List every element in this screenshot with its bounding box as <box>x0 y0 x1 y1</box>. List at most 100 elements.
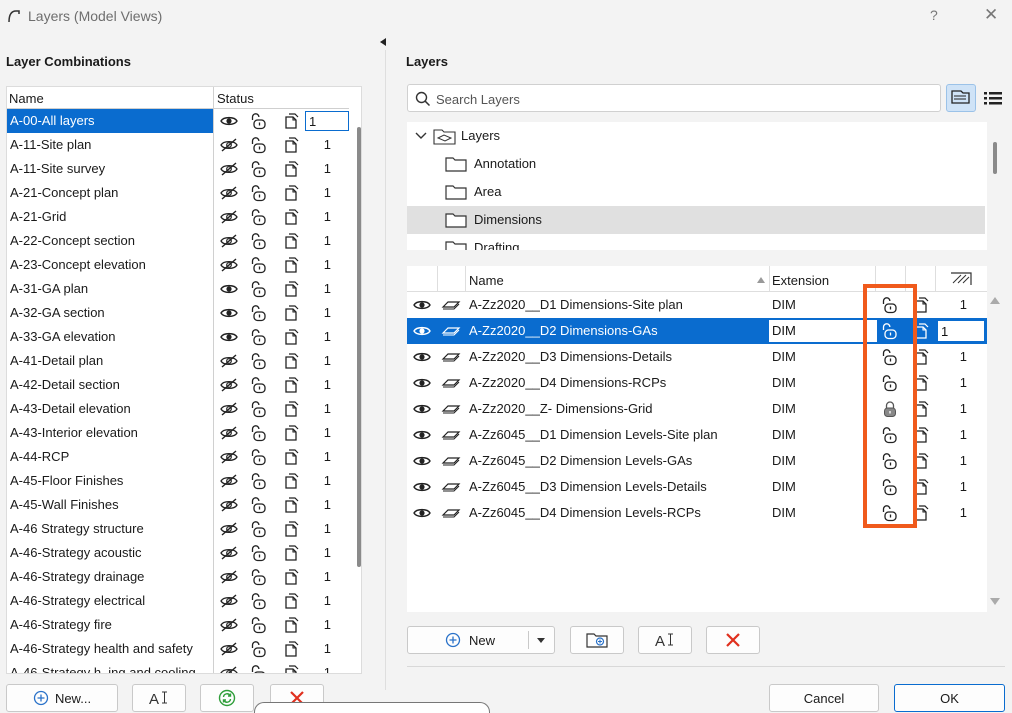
wall-intersection-icon[interactable] <box>282 424 300 442</box>
tree-view-toggle[interactable] <box>946 84 976 112</box>
combination-row[interactable]: A-44-RCP 1 <box>7 445 349 469</box>
combination-row[interactable]: A-43-Interior elevation 1 <box>7 421 349 445</box>
unlock-icon[interactable] <box>250 328 268 346</box>
wall-intersection-icon[interactable] <box>282 568 300 586</box>
column-header-extension[interactable]: Extension <box>772 273 829 288</box>
combination-row[interactable]: A-46-Strategy fire 1 <box>7 613 349 637</box>
refresh-button[interactable] <box>200 684 254 712</box>
unlock-icon[interactable] <box>250 496 268 514</box>
dropdown-arrow-icon[interactable] <box>536 637 546 644</box>
unlock-icon[interactable] <box>250 664 268 673</box>
tree-folder[interactable]: Dimensions <box>407 206 985 234</box>
sort-ascending-icon[interactable] <box>756 276 766 284</box>
eye-icon[interactable] <box>413 400 431 418</box>
eye-hidden-icon[interactable] <box>220 256 238 274</box>
wall-intersection-icon[interactable] <box>282 352 300 370</box>
unlock-icon[interactable] <box>250 112 268 130</box>
eye-hidden-icon[interactable] <box>220 592 238 610</box>
eye-icon[interactable] <box>413 426 431 444</box>
eye-hidden-icon[interactable] <box>220 400 238 418</box>
rename-layer-button[interactable]: A <box>638 626 692 654</box>
delete-layer-button[interactable] <box>706 626 760 654</box>
combination-row[interactable]: A-42-Detail section 1 <box>7 373 349 397</box>
unlock-icon[interactable] <box>250 472 268 490</box>
eye-hidden-icon[interactable] <box>220 568 238 586</box>
wall-intersection-icon[interactable] <box>282 400 300 418</box>
eye-hidden-icon[interactable] <box>220 664 238 673</box>
list-view-toggle[interactable] <box>980 84 1006 112</box>
chevron-down-icon[interactable] <box>415 131 427 141</box>
wall-intersection-icon[interactable] <box>282 664 300 673</box>
combination-row[interactable]: A-46-Strategy acoustic 1 <box>7 541 349 565</box>
combination-row[interactable]: A-46-Strategy electrical 1 <box>7 589 349 613</box>
eye-hidden-icon[interactable] <box>220 544 238 562</box>
unlock-icon[interactable] <box>250 448 268 466</box>
eye-icon[interactable] <box>413 504 431 522</box>
eye-icon[interactable] <box>413 452 431 470</box>
eye-hidden-icon[interactable] <box>220 472 238 490</box>
collapse-panel-icon[interactable] <box>380 38 386 46</box>
wall-intersection-icon[interactable] <box>282 472 300 490</box>
combination-row[interactable]: A-46 Strategy structure 1 <box>7 517 349 541</box>
new-combination-button[interactable]: New... <box>6 684 118 712</box>
unlock-icon[interactable] <box>250 616 268 634</box>
eye-hidden-icon[interactable] <box>220 616 238 634</box>
eye-hidden-icon[interactable] <box>220 136 238 154</box>
combination-row[interactable]: A-46-Strategy h_ing and cooling 1 <box>7 661 349 673</box>
unlock-icon[interactable] <box>250 208 268 226</box>
unlock-icon[interactable] <box>250 304 268 322</box>
unlock-icon[interactable] <box>250 136 268 154</box>
close-button[interactable]: ✕ <box>984 5 998 25</box>
unlock-icon[interactable] <box>250 592 268 610</box>
combination-row[interactable]: A-33-GA elevation 1 <box>7 325 349 349</box>
wall-intersection-icon[interactable] <box>282 448 300 466</box>
eye-hidden-icon[interactable] <box>220 496 238 514</box>
unlock-icon[interactable] <box>250 640 268 658</box>
wall-intersection-icon[interactable] <box>282 280 300 298</box>
wall-intersection-icon[interactable] <box>282 112 300 130</box>
intersection-group-field[interactable]: 1 <box>937 320 985 342</box>
eye-hidden-icon[interactable] <box>220 352 238 370</box>
search-input[interactable] <box>436 89 926 109</box>
unlock-icon[interactable] <box>250 376 268 394</box>
tree-folder[interactable]: Area <box>407 178 985 206</box>
eye-hidden-icon[interactable] <box>220 424 238 442</box>
column-header-name[interactable]: Name <box>9 91 44 106</box>
wall-intersection-icon[interactable] <box>282 592 300 610</box>
tree-folder[interactable]: Annotation <box>407 150 985 178</box>
wall-intersection-icon[interactable] <box>282 304 300 322</box>
unlock-icon[interactable] <box>250 568 268 586</box>
wall-intersection-icon[interactable] <box>282 160 300 178</box>
help-button[interactable]: ? <box>930 7 938 23</box>
unlock-icon[interactable] <box>250 256 268 274</box>
scroll-up-arrow[interactable] <box>990 297 1000 304</box>
combination-row[interactable]: A-11-Site survey 1 <box>7 157 349 181</box>
eye-icon[interactable] <box>220 328 238 346</box>
wall-intersection-icon[interactable] <box>282 496 300 514</box>
wall-intersection-icon[interactable] <box>282 520 300 538</box>
eye-icon[interactable] <box>413 296 431 314</box>
eye-icon[interactable] <box>220 304 238 322</box>
eye-hidden-icon[interactable] <box>220 640 238 658</box>
combination-row[interactable]: A-43-Detail elevation 1 <box>7 397 349 421</box>
unlock-icon[interactable] <box>250 544 268 562</box>
eye-hidden-icon[interactable] <box>220 448 238 466</box>
unlock-icon[interactable] <box>250 160 268 178</box>
eye-hidden-icon[interactable] <box>220 208 238 226</box>
eye-icon[interactable] <box>413 322 431 340</box>
unlock-icon[interactable] <box>250 520 268 538</box>
combination-row[interactable]: A-21-Concept plan 1 <box>7 181 349 205</box>
column-header-status[interactable]: Status <box>217 91 254 106</box>
wall-intersection-icon[interactable] <box>282 208 300 226</box>
eye-hidden-icon[interactable] <box>220 232 238 250</box>
unlock-icon[interactable] <box>250 184 268 202</box>
combination-row[interactable]: A-31-GA plan 1 <box>7 277 349 301</box>
new-folder-button[interactable] <box>570 626 624 654</box>
eye-icon[interactable] <box>413 348 431 366</box>
combination-row[interactable]: A-41-Detail plan 1 <box>7 349 349 373</box>
rename-button[interactable]: A <box>132 684 186 712</box>
unlock-icon[interactable] <box>250 424 268 442</box>
eye-icon[interactable] <box>413 374 431 392</box>
wall-intersection-icon[interactable] <box>282 544 300 562</box>
unlock-icon[interactable] <box>250 280 268 298</box>
